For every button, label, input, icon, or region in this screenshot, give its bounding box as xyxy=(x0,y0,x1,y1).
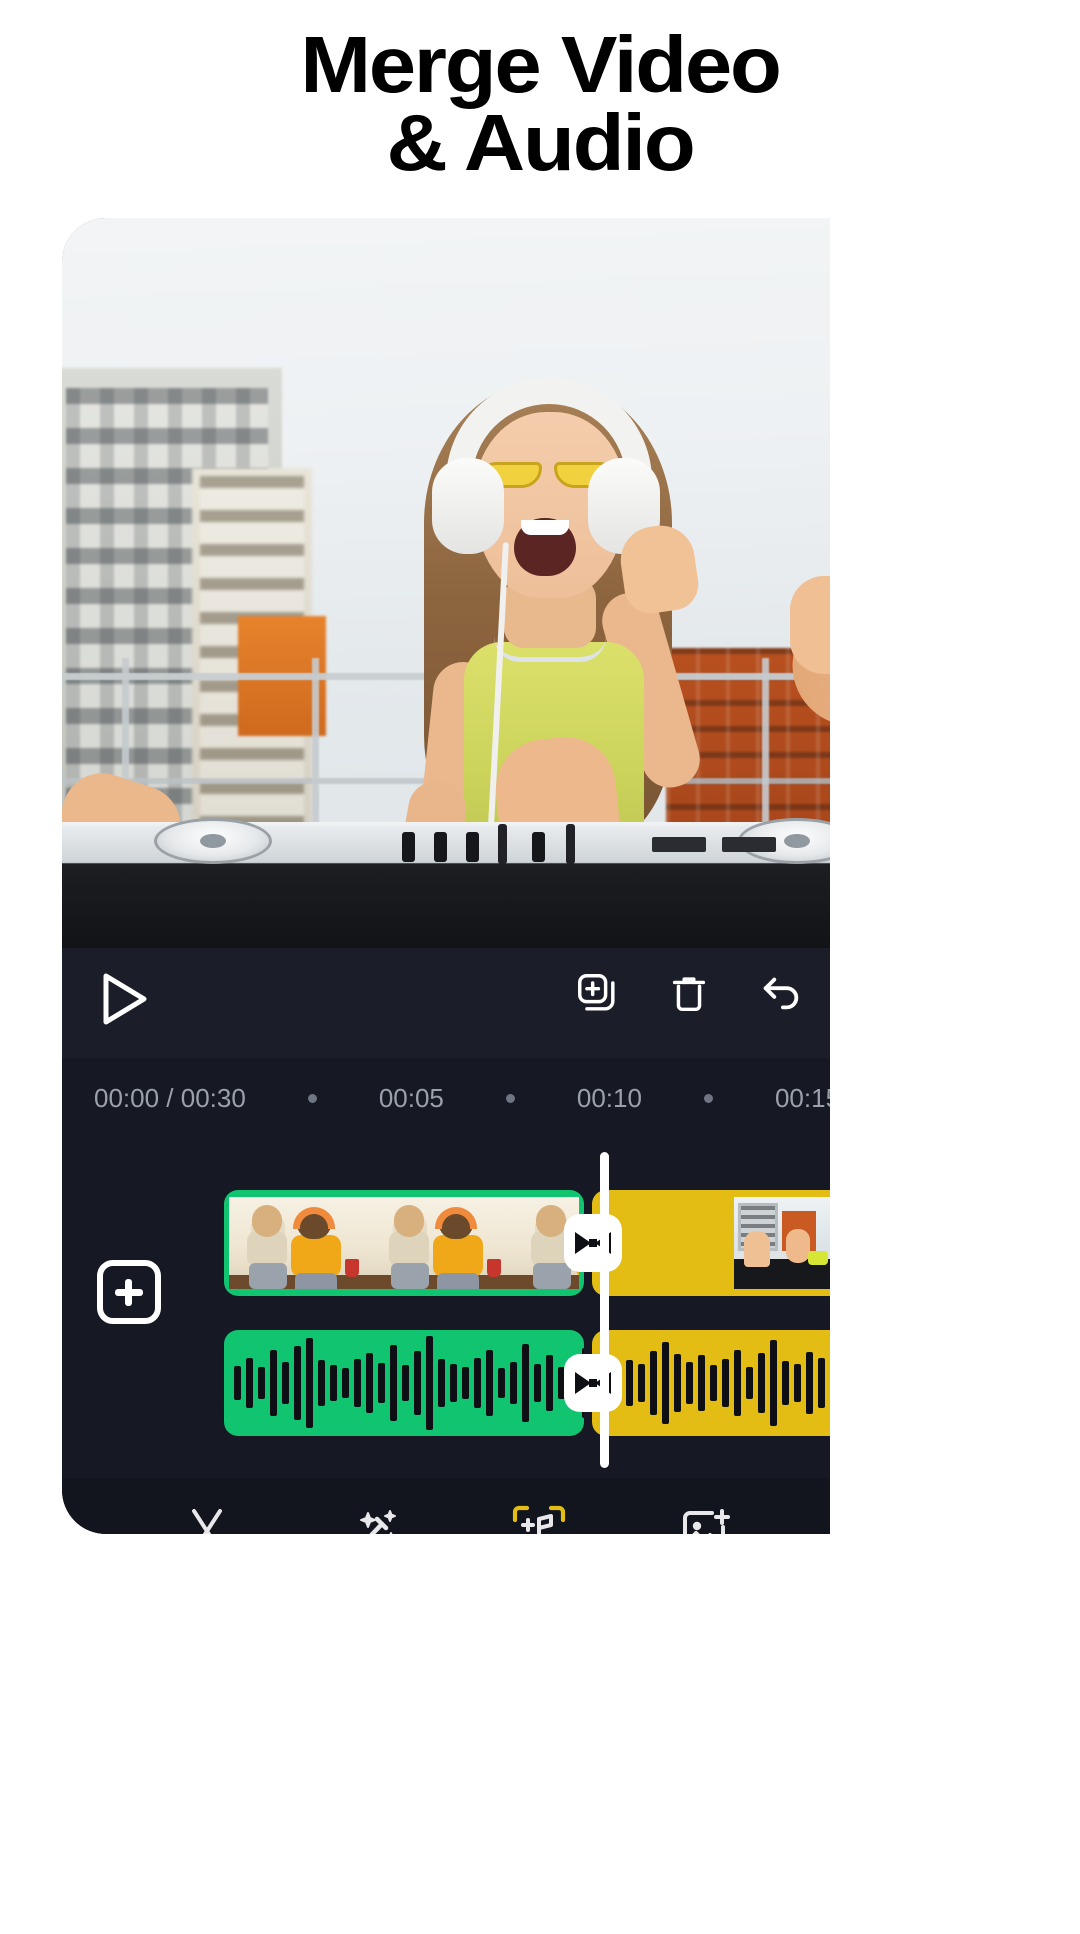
add-music-icon xyxy=(510,1504,568,1534)
waveform-bar xyxy=(390,1344,397,1422)
waveform-bar xyxy=(758,1353,765,1413)
preview-knob xyxy=(466,832,479,862)
preview-fader xyxy=(498,824,507,864)
waveform-bar xyxy=(510,1361,517,1405)
waveform-bar xyxy=(806,1352,813,1414)
waveform-bar xyxy=(282,1361,289,1405)
waveform-bar xyxy=(486,1350,493,1416)
waveform-bar xyxy=(354,1358,361,1408)
frame-mask-right xyxy=(830,200,1080,1560)
tool-effect[interactable]: Effect xyxy=(298,1504,448,1534)
waveform-bar xyxy=(534,1363,541,1403)
scissors-icon xyxy=(180,1504,234,1534)
waveform-bar xyxy=(522,1343,529,1423)
waveform-bar xyxy=(438,1358,445,1408)
waveform-bar xyxy=(794,1363,801,1403)
play-icon xyxy=(103,973,147,1025)
waveform-bar xyxy=(474,1357,481,1409)
preview-knob xyxy=(434,832,447,862)
waveform-bar xyxy=(426,1336,433,1430)
preview-deck-label xyxy=(722,837,776,852)
preview-fader xyxy=(566,824,575,864)
waveform-bar xyxy=(734,1350,741,1416)
page-title: Merge Video & Audio xyxy=(0,0,1080,188)
waveform-bar xyxy=(402,1364,409,1402)
waveform-bar xyxy=(546,1355,553,1411)
ruler-dot xyxy=(505,1093,515,1103)
waveform-bar xyxy=(698,1355,705,1411)
waveform-bar xyxy=(306,1338,313,1428)
preview-jogwheel-left xyxy=(154,818,272,864)
waveform-bar xyxy=(498,1368,505,1398)
playhead[interactable] xyxy=(600,1152,609,1468)
waveform-bar xyxy=(378,1362,385,1404)
waveform-bar xyxy=(450,1363,457,1403)
frame-mask-bottom xyxy=(0,1534,1080,1934)
undo-icon xyxy=(763,977,799,1010)
preview-deck-label xyxy=(652,837,706,852)
play-button[interactable] xyxy=(94,968,154,1030)
headline-line-1: Merge Video xyxy=(300,20,781,109)
waveform-bar xyxy=(414,1351,421,1415)
transition-button-audio[interactable] xyxy=(564,1354,622,1412)
undo-button[interactable] xyxy=(758,970,804,1016)
filmstrip xyxy=(229,1197,579,1289)
waveform-bar xyxy=(626,1359,633,1407)
waveform-bar xyxy=(366,1353,373,1413)
waveform-bar xyxy=(710,1364,717,1402)
waveform-bar xyxy=(330,1364,337,1402)
waveform-bar xyxy=(318,1359,325,1407)
transition-button-video[interactable] xyxy=(564,1214,622,1272)
waveform-bar xyxy=(818,1357,825,1409)
tool-trim[interactable]: Trim xyxy=(132,1504,282,1534)
waveform-bar xyxy=(638,1363,645,1403)
waveform-1 xyxy=(224,1330,584,1436)
add-picture-icon xyxy=(678,1504,732,1534)
waveform-bar xyxy=(342,1368,349,1398)
tool-music[interactable]: Music xyxy=(464,1504,614,1534)
waveform-bar xyxy=(770,1339,777,1427)
waveform-bar xyxy=(674,1354,681,1412)
waveform-bar xyxy=(746,1367,753,1399)
duplicate-clip-button[interactable] xyxy=(574,970,620,1016)
add-track-button[interactable] xyxy=(97,1260,161,1324)
magic-wand-icon xyxy=(346,1504,400,1534)
video-clip-1[interactable] xyxy=(224,1190,584,1296)
waveform-bar xyxy=(258,1367,265,1399)
preview-knob xyxy=(402,832,415,862)
waveform-bar xyxy=(246,1357,253,1409)
ruler-tick-1: 00:05 xyxy=(378,1082,444,1113)
waveform-bar xyxy=(650,1351,657,1415)
waveform-bar xyxy=(294,1345,301,1421)
duplicate-clip-icon xyxy=(578,974,615,1011)
timeline-position-label: 00:00 / 00:30 xyxy=(94,1082,246,1113)
waveform-bar xyxy=(270,1350,277,1416)
delete-button[interactable] xyxy=(666,970,712,1016)
headline-line-2: & Audio xyxy=(386,98,695,188)
waveform-bar xyxy=(662,1341,669,1425)
ruler-dot xyxy=(703,1093,713,1103)
waveform-bar xyxy=(234,1366,241,1400)
preview-knob xyxy=(532,832,545,862)
delete-icon xyxy=(672,977,706,1012)
ruler-dot xyxy=(307,1093,317,1103)
audio-clip-1[interactable] xyxy=(224,1330,584,1436)
tool-picture[interactable]: Picture xyxy=(630,1504,780,1534)
waveform-bar xyxy=(686,1361,693,1405)
waveform-bar xyxy=(782,1360,789,1406)
ruler-tick-2: 00:10 xyxy=(576,1082,642,1113)
waveform-bar xyxy=(462,1367,469,1399)
waveform-bar xyxy=(722,1358,729,1408)
